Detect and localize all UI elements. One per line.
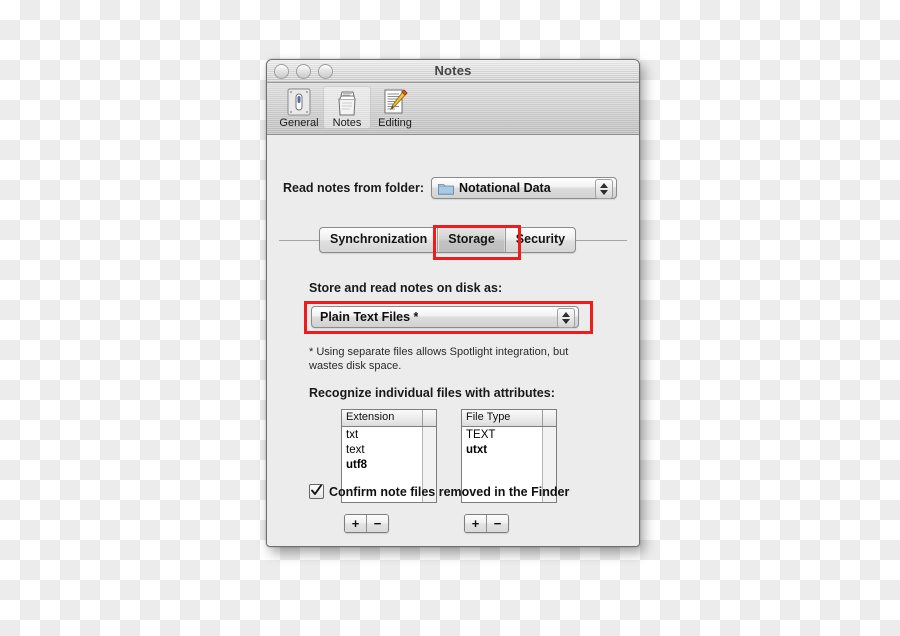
table-row[interactable]: text xyxy=(346,443,423,458)
disk-format-value: Plain Text Files * xyxy=(320,310,419,324)
table-row[interactable]: utxt xyxy=(466,443,543,458)
checkmark-icon xyxy=(311,484,322,495)
confirm-removal-checkbox[interactable] xyxy=(309,484,324,499)
general-icon xyxy=(287,88,311,116)
filetype-header-spacer xyxy=(543,410,556,426)
chevron-up-icon xyxy=(600,183,608,188)
toolbar-item-notes[interactable]: Notes xyxy=(323,86,371,129)
attributes-label: Recognize individual files with attribut… xyxy=(309,386,555,400)
preferences-toolbar: General Notes Editing xyxy=(267,83,639,135)
tab-synchronization[interactable]: Synchronization xyxy=(320,228,439,252)
extension-add-button[interactable]: + xyxy=(345,515,367,532)
filetype-column-header[interactable]: File Type xyxy=(462,410,543,426)
preferences-tabbar: Synchronization Storage Security xyxy=(279,227,627,253)
table-row[interactable]: txt xyxy=(346,428,423,443)
read-notes-folder-row: Read notes from folder: Notational Data xyxy=(283,177,617,199)
notes-bag-icon xyxy=(338,91,356,116)
extension-add-remove-group: + − xyxy=(344,514,389,533)
toolbar-item-editing[interactable]: Editing xyxy=(371,86,419,129)
extension-column-header[interactable]: Extension xyxy=(342,410,423,426)
toolbar-item-notes-label: Notes xyxy=(332,117,362,129)
tabbar-group: Synchronization Storage Security xyxy=(319,227,577,253)
preferences-content: Read notes from folder: Notational Data … xyxy=(267,135,639,545)
chevron-down-icon xyxy=(562,319,570,324)
read-notes-folder-value: Notational Data xyxy=(459,181,551,195)
disk-format-popup[interactable]: Plain Text Files * xyxy=(311,306,579,328)
window-titlebar[interactable]: Notes xyxy=(267,60,639,83)
extension-header-spacer xyxy=(423,410,436,426)
filetype-add-button[interactable]: + xyxy=(465,515,487,532)
table-row[interactable]: TEXT xyxy=(466,428,543,443)
window-title: Notes xyxy=(434,63,472,78)
notes-preferences-window: Notes General Notes Editing Read notes f… xyxy=(266,59,640,547)
disk-format-label: Store and read notes on disk as: xyxy=(309,281,503,295)
read-notes-folder-label: Read notes from folder: xyxy=(283,181,424,195)
filetype-add-remove-group: + − xyxy=(464,514,509,533)
folder-icon xyxy=(438,183,454,195)
toolbar-item-general-label: General xyxy=(279,117,319,129)
extension-remove-button[interactable]: − xyxy=(367,515,388,532)
toolbar-item-editing-label: Editing xyxy=(378,117,412,129)
table-row[interactable]: utf8 xyxy=(346,458,423,473)
extension-table-header: Extension xyxy=(342,410,436,427)
read-notes-folder-stepper[interactable] xyxy=(595,179,613,199)
tab-security[interactable]: Security xyxy=(506,228,575,252)
editing-pencil-icon xyxy=(384,89,408,114)
chevron-down-icon xyxy=(600,190,608,195)
confirm-removal-label: Confirm note files removed in the Finder xyxy=(329,484,570,499)
toolbar-item-general[interactable]: General xyxy=(275,86,323,129)
disk-format-stepper[interactable] xyxy=(557,308,575,328)
chevron-up-icon xyxy=(562,312,570,317)
filetype-table-header: File Type xyxy=(462,410,556,427)
tab-storage[interactable]: Storage xyxy=(438,228,506,252)
confirm-removal-row[interactable]: Confirm note files removed in the Finder xyxy=(309,484,569,499)
filetype-remove-button[interactable]: − xyxy=(487,515,508,532)
read-notes-folder-popup[interactable]: Notational Data xyxy=(431,177,617,199)
disk-format-footnote: * Using separate files allows Spotlight … xyxy=(309,346,569,372)
